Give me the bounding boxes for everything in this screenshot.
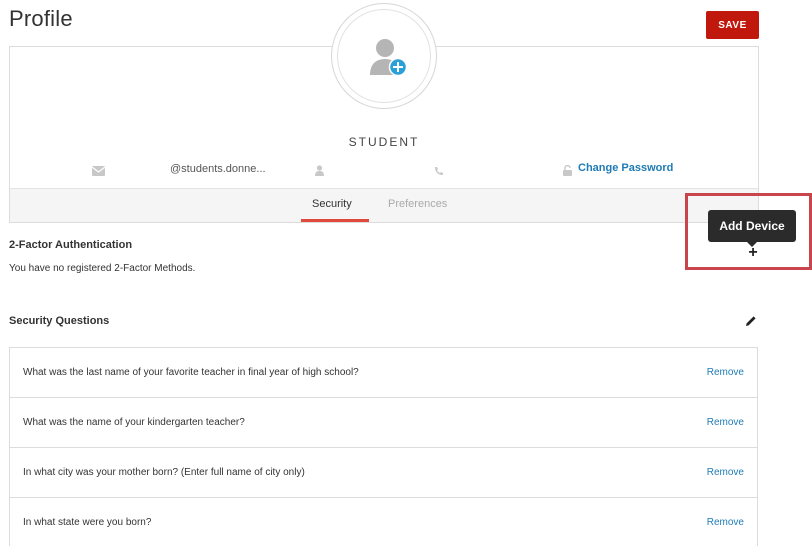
phone-icon [434, 163, 444, 181]
table-row: In what state were you born? Remove [10, 498, 757, 546]
two-factor-title: 2-Factor Authentication [9, 239, 133, 251]
add-device-tooltip: Add Device [708, 210, 796, 242]
email-value: @students.donne... [170, 163, 266, 175]
two-factor-message: You have no registered 2-Factor Methods. [9, 263, 196, 274]
change-password-link[interactable]: Change Password [578, 162, 673, 174]
remove-link[interactable]: Remove [707, 417, 744, 428]
tab-preferences[interactable]: Preferences [388, 198, 447, 210]
tab-security[interactable]: Security [312, 198, 352, 210]
pencil-icon[interactable] [745, 314, 757, 332]
question-text: In what state were you born? [23, 517, 152, 528]
avatar-inner [337, 9, 431, 103]
question-text: What was the name of your kindergarten t… [23, 417, 245, 428]
remove-link[interactable]: Remove [707, 517, 744, 528]
table-row: In what city was your mother born? (Ente… [10, 448, 757, 498]
security-questions-title: Security Questions [9, 315, 110, 327]
role-label: STUDENT [348, 135, 420, 149]
active-tab-indicator [301, 219, 369, 222]
tabs-bar [10, 188, 758, 222]
remove-link[interactable]: Remove [707, 367, 744, 378]
table-row: What was the last name of your favorite … [10, 348, 757, 398]
user-icon [315, 163, 324, 181]
question-text: What was the last name of your favorite … [23, 367, 359, 378]
question-text: In what city was your mother born? (Ente… [23, 467, 305, 478]
security-questions-table: What was the last name of your favorite … [9, 347, 758, 546]
lock-icon [563, 163, 572, 181]
page-title: Profile [9, 6, 73, 31]
avatar[interactable] [331, 3, 437, 109]
save-button[interactable]: SAVE [706, 11, 759, 39]
table-row: What was the name of your kindergarten t… [10, 398, 757, 448]
add-device-button[interactable]: + [745, 245, 761, 262]
remove-link[interactable]: Remove [707, 467, 744, 478]
email-icon [91, 163, 106, 181]
user-add-icon[interactable] [368, 37, 408, 79]
